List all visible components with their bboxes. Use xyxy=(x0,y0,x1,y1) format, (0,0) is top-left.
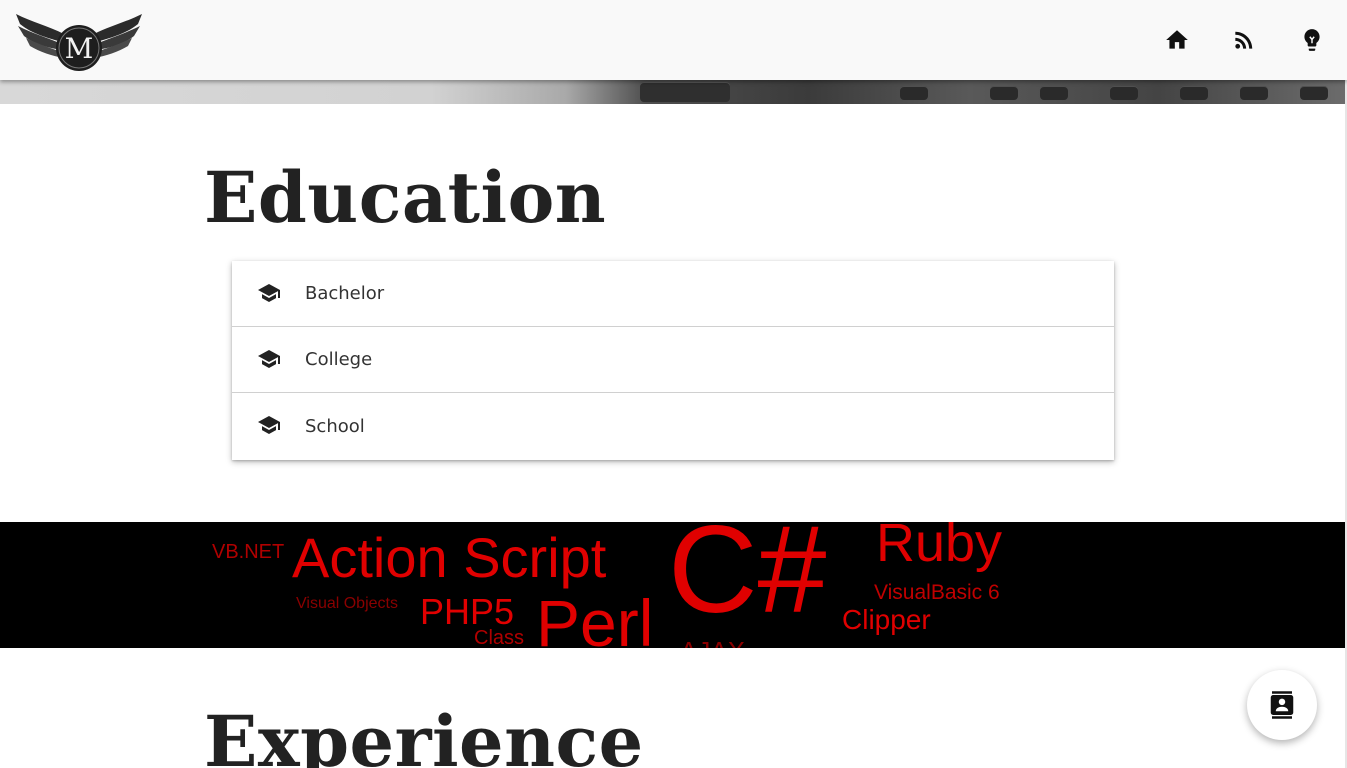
experience-title: Experience xyxy=(204,700,644,768)
contact-card-icon xyxy=(1270,691,1294,719)
nav-rss-button[interactable] xyxy=(1226,22,1262,58)
list-item-school[interactable]: School xyxy=(232,393,1114,459)
list-item-college[interactable]: College xyxy=(232,327,1114,393)
banner-word: Ruby xyxy=(876,522,1003,573)
languages-banner: VB.NET Action Script C# Ruby Visual Obje… xyxy=(0,522,1347,648)
hero-image xyxy=(0,80,1347,104)
list-item-label: School xyxy=(305,415,365,437)
banner-word: Clipper xyxy=(842,604,931,635)
app-bar: M xyxy=(0,0,1347,80)
education-list: Bachelor College School xyxy=(232,261,1114,460)
banner-word: VB.NET xyxy=(212,541,285,563)
banner-word: Perl xyxy=(536,586,654,648)
contact-fab-button[interactable] xyxy=(1247,670,1317,740)
svg-text:M: M xyxy=(65,32,94,65)
banner-word: Action Script xyxy=(292,526,607,589)
graduation-cap-icon xyxy=(258,350,280,368)
education-title: Education xyxy=(204,156,607,239)
banner-word: AJAX xyxy=(680,638,745,648)
nav-ideas-button[interactable] xyxy=(1294,22,1330,58)
list-item-label: College xyxy=(305,349,373,370)
banner-word: Visual Objects xyxy=(296,595,398,612)
banner-word: Class xyxy=(474,627,525,648)
nav-home-button[interactable] xyxy=(1159,22,1195,58)
home-icon xyxy=(1166,30,1188,49)
banner-word: VisualBasic 6 xyxy=(874,581,1000,604)
graduation-cap-icon xyxy=(258,416,280,434)
rss-feed-icon xyxy=(1235,31,1253,49)
banner-word: PHP5 xyxy=(420,591,515,632)
list-item-bachelor[interactable]: Bachelor xyxy=(232,261,1114,327)
lightbulb-icon xyxy=(1304,29,1320,51)
list-item-label: Bachelor xyxy=(305,283,385,304)
site-logo[interactable]: M xyxy=(12,8,146,74)
graduation-cap-icon xyxy=(258,284,280,302)
banner-word: C# xyxy=(668,522,827,639)
